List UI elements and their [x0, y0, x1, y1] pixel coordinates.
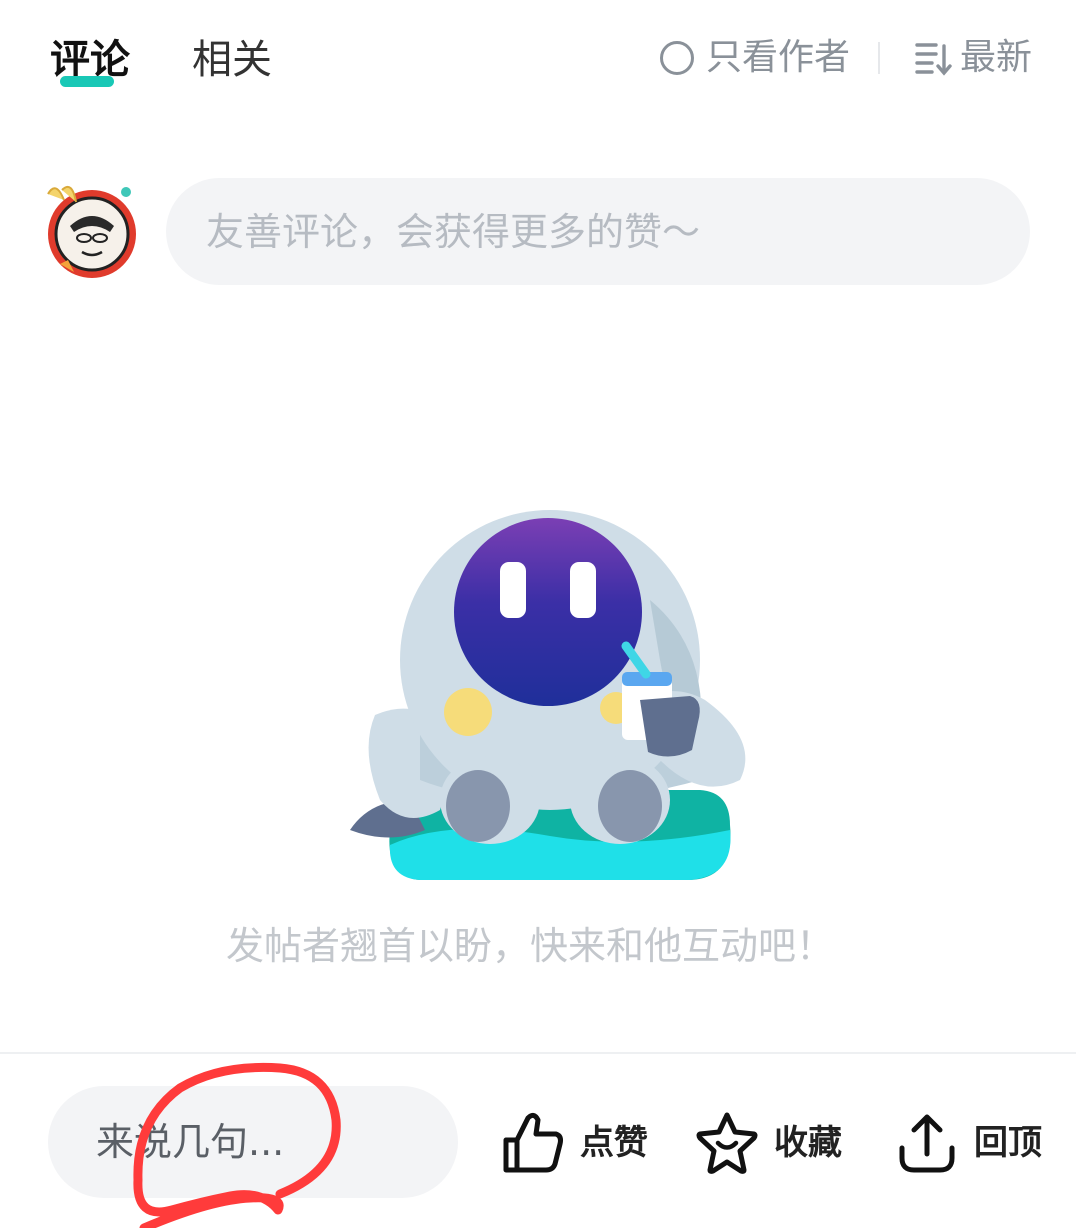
arrow-up-icon: [899, 1114, 955, 1173]
sort-latest-button[interactable]: 最新: [914, 38, 1032, 78]
avatar-image: [47, 186, 136, 278]
back-to-top-button[interactable]: 回顶: [894, 1108, 1042, 1178]
thumbs-up-icon: [503, 1112, 563, 1173]
comment-input[interactable]: [166, 178, 1030, 285]
radio-circle-icon: [660, 41, 694, 75]
like-button[interactable]: 点赞: [500, 1108, 648, 1178]
favorite-label: 收藏: [774, 1123, 842, 1163]
sort-label: 最新: [960, 37, 1033, 78]
comment-tab-bar: 评论 相关 只看作者 最新: [0, 0, 1076, 120]
sort-desc-icon: [915, 43, 952, 76]
tab-related[interactable]: 相关: [192, 34, 272, 86]
like-label: 点赞: [580, 1123, 648, 1163]
author-only-toggle[interactable]: 只看作者: [660, 38, 850, 78]
back-to-top-label: 回顶: [974, 1123, 1042, 1163]
active-tab-indicator: [60, 76, 114, 87]
reply-placeholder: 来说几句...: [96, 1120, 285, 1164]
author-only-label: 只看作者: [706, 37, 851, 78]
robot-mascot-illustration: [350, 510, 746, 880]
favorite-button[interactable]: 收藏: [694, 1108, 842, 1178]
star-icon: [696, 1112, 758, 1174]
reply-input[interactable]: 来说几句...: [48, 1086, 458, 1198]
filter-divider: [878, 42, 880, 74]
bottom-bar-divider: [0, 1052, 1076, 1054]
empty-state-message: 发帖者翘首以盼，快来和他互动吧！: [225, 924, 834, 968]
avatar[interactable]: [40, 180, 144, 280]
